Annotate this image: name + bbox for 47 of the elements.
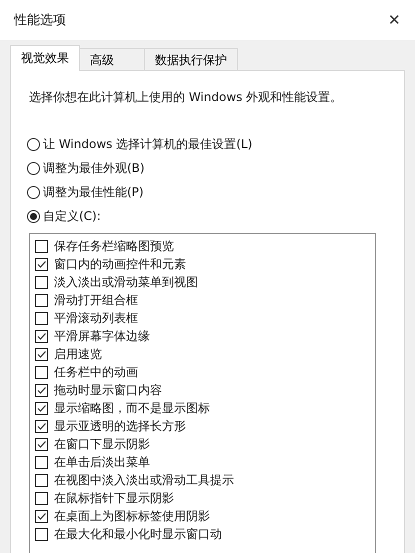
checkbox[interactable] bbox=[35, 474, 48, 486]
checkbox-label: 滑动打开组合框 bbox=[54, 292, 138, 308]
window-title: 性能选项 bbox=[14, 12, 66, 29]
checkbox[interactable] bbox=[35, 294, 48, 306]
checkbox-label: 在最大化和最小化时显示窗口动 bbox=[54, 526, 222, 542]
checkbox[interactable] bbox=[35, 420, 48, 432]
checkbox-label: 平滑滚动列表框 bbox=[54, 310, 138, 326]
tab[interactable]: 数据执行保护 bbox=[144, 48, 238, 70]
radio-label: 自定义(C): bbox=[43, 208, 101, 225]
tab[interactable]: 视觉效果 bbox=[10, 45, 80, 71]
checkbox[interactable] bbox=[35, 456, 48, 468]
radio-button[interactable] bbox=[27, 138, 40, 151]
checkbox-label: 在单击后淡出菜单 bbox=[54, 454, 150, 470]
radio-label: 调整为最佳外观(B) bbox=[43, 160, 145, 177]
checkbox[interactable] bbox=[35, 330, 48, 342]
radio-label: 让 Windows 选择计算机的最佳设置(L) bbox=[43, 136, 252, 153]
checkbox[interactable] bbox=[35, 438, 48, 450]
checkbox-label: 窗口内的动画控件和元素 bbox=[54, 256, 186, 272]
checkbox-label: 在鼠标指针下显示阴影 bbox=[54, 490, 174, 506]
checkbox-label: 保存任务栏缩略图预览 bbox=[54, 238, 174, 254]
checkbox[interactable] bbox=[35, 348, 48, 360]
radio-button[interactable] bbox=[27, 162, 40, 175]
checkbox-label: 在窗口下显示阴影 bbox=[54, 436, 150, 452]
checkbox-label: 在桌面上为图标标签使用阴影 bbox=[54, 508, 210, 524]
checkbox-label: 在视图中淡入淡出或滑动工具提示 bbox=[54, 472, 234, 488]
checkbox-label: 任务栏中的动画 bbox=[54, 364, 138, 380]
description-text: 选择你想在此计算机上使用的 Windows 外观和性能设置。 bbox=[29, 89, 344, 106]
close-button[interactable]: ✕ bbox=[382, 9, 407, 31]
radio-label: 调整为最佳性能(P) bbox=[43, 184, 144, 201]
checkbox[interactable] bbox=[35, 366, 48, 378]
checkbox[interactable] bbox=[35, 384, 48, 396]
checkbox[interactable] bbox=[35, 510, 48, 522]
radio-button[interactable] bbox=[27, 210, 40, 223]
checkbox-label: 显示缩略图，而不是显示图标 bbox=[54, 400, 210, 416]
checkbox-label: 平滑屏幕字体边缘 bbox=[54, 328, 150, 344]
checkbox-label: 启用速览 bbox=[54, 346, 102, 362]
checkbox[interactable] bbox=[35, 492, 48, 504]
checkbox-label: 淡入淡出或滑动菜单到视图 bbox=[54, 274, 198, 290]
checkbox-label: 拖动时显示窗口内容 bbox=[54, 382, 162, 398]
checkbox[interactable] bbox=[35, 240, 48, 252]
checkbox[interactable] bbox=[35, 312, 48, 324]
checkbox[interactable] bbox=[35, 276, 48, 288]
checkbox-label: 显示亚透明的选择长方形 bbox=[54, 418, 186, 434]
radio-button[interactable] bbox=[27, 186, 40, 199]
checkbox[interactable] bbox=[35, 528, 48, 540]
checkbox[interactable] bbox=[35, 258, 48, 270]
checkbox[interactable] bbox=[35, 402, 48, 414]
